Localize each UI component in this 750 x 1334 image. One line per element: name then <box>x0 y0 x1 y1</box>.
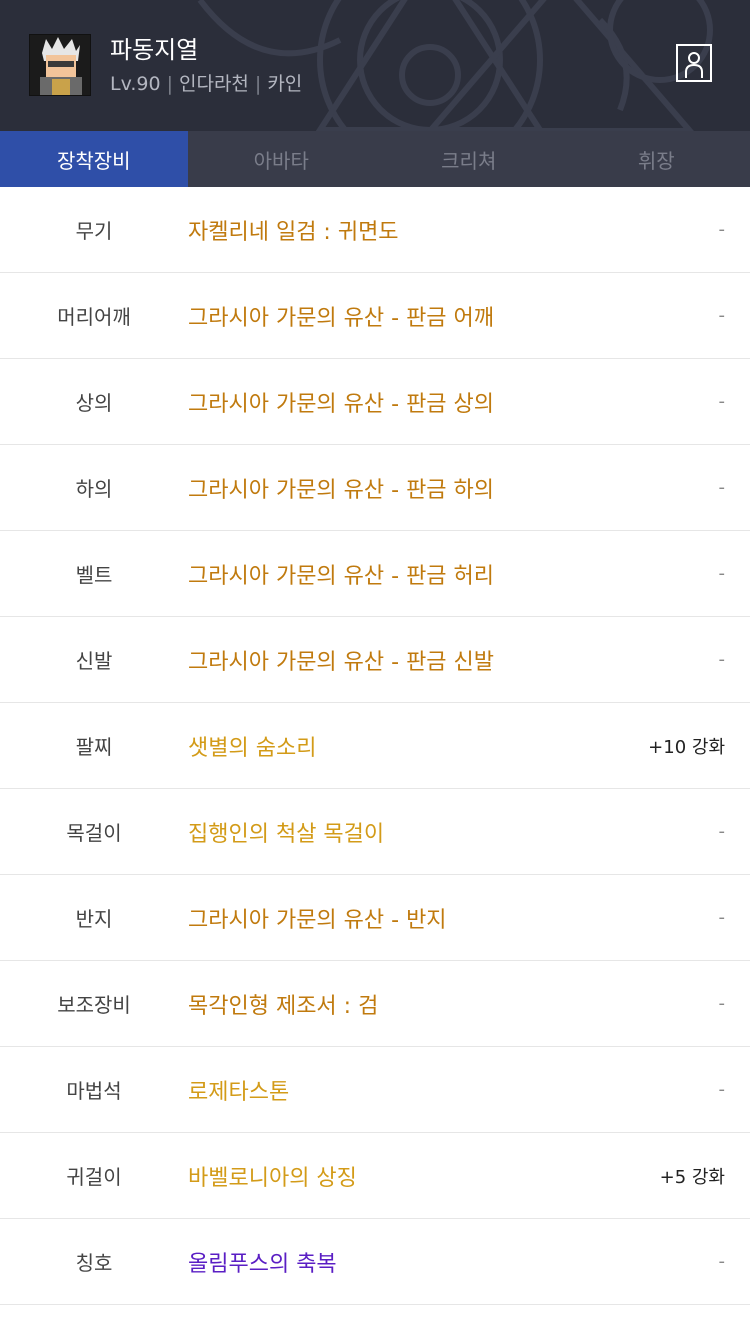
equipment-row: 목걸이 집행인의 척살 목걸이 - <box>0 789 750 875</box>
character-server: 인다라천 <box>178 73 249 95</box>
equipment-row: 벨트 그라시아 가문의 유산 - 판금 허리 - <box>0 531 750 617</box>
tab-creature[interactable]: 크리쳐 <box>375 131 563 187</box>
equipment-item-name[interactable]: 올림푸스의 축복 <box>188 1219 337 1304</box>
equipment-enhance-level: - <box>718 649 726 670</box>
equipment-enhance-level: +5 강화 <box>659 1166 725 1188</box>
equipment-item-name[interactable]: 그라시아 가문의 유산 - 판금 하의 <box>188 445 494 530</box>
equipment-item-name[interactable]: 그라시아 가문의 유산 - 판금 상의 <box>188 359 494 444</box>
equipment-row: 무기 자켈리네 일검 : 귀면도 - <box>0 187 750 273</box>
equipment-row: 하의 그라시아 가문의 유산 - 판금 하의 - <box>0 445 750 531</box>
equipment-enhance-level: - <box>718 305 726 326</box>
equipment-enhance-level: - <box>718 391 726 412</box>
equipment-item-name[interactable]: 그라시아 가문의 유산 - 판금 어깨 <box>188 273 494 358</box>
equipment-item-name[interactable]: 바벨로니아의 상징 <box>188 1133 357 1218</box>
equipment-enhance-level: - <box>718 907 726 928</box>
equipment-slot-label: 신발 <box>75 649 113 673</box>
equipment-slot-label: 반지 <box>75 907 113 931</box>
equipment-item-name[interactable]: 목각인형 제조서 : 검 <box>188 961 378 1046</box>
character-info: Lv.90 | 인다라천 | 카인 <box>110 70 302 98</box>
character-avatar <box>29 34 91 96</box>
equipment-enhance-level: - <box>718 563 726 584</box>
equipment-slot-label: 마법석 <box>66 1079 122 1103</box>
equipment-item-name[interactable]: 그라시아 가문의 유산 - 반지 <box>188 875 447 960</box>
equipment-slot-label: 칭호 <box>75 1251 113 1275</box>
equipment-slot-label: 목걸이 <box>66 821 122 845</box>
character-level: Lv.90 <box>110 73 161 95</box>
profile-button[interactable] <box>676 44 712 82</box>
tab-bar: 장착장비 아바타 크리쳐 휘장 <box>0 131 750 187</box>
equipment-row: 마법석 로제타스톤 - <box>0 1047 750 1133</box>
equipment-slot-label: 상의 <box>75 391 113 415</box>
equipment-enhance-level: - <box>718 1079 726 1100</box>
equipment-item-name[interactable]: 그라시아 가문의 유산 - 판금 신발 <box>188 617 494 702</box>
equipment-enhance-level: - <box>718 993 726 1014</box>
equipment-row: 반지 그라시아 가문의 유산 - 반지 - <box>0 875 750 961</box>
equipment-enhance-level: - <box>718 1251 726 1272</box>
equipment-slot-label: 보조장비 <box>57 993 131 1017</box>
equipment-slot-label: 하의 <box>75 477 113 501</box>
equipment-slot-label: 벨트 <box>75 563 113 587</box>
equipment-item-name[interactable]: 로제타스톤 <box>188 1047 289 1132</box>
equipment-item-name[interactable]: 집행인의 척살 목걸이 <box>188 789 384 874</box>
equipment-row: 칭호 올림푸스의 축복 - <box>0 1219 750 1305</box>
tab-avatar[interactable]: 아바타 <box>188 131 376 187</box>
equipment-slot-label: 머리어깨 <box>57 305 131 329</box>
equipment-enhance-level: - <box>718 477 726 498</box>
character-name: 파동지열 <box>110 36 199 64</box>
equipment-item-name[interactable]: 샛별의 숨소리 <box>188 703 316 788</box>
equipment-enhance-level: +10 강화 <box>648 736 725 758</box>
equipment-row: 귀걸이 바벨로니아의 상징 +5 강화 <box>0 1133 750 1219</box>
divider: | <box>166 73 173 95</box>
tab-emblem[interactable]: 휘장 <box>563 131 750 187</box>
divider: | <box>254 73 262 95</box>
equipment-item-name[interactable]: 그라시아 가문의 유산 - 판금 허리 <box>188 531 494 616</box>
equipment-slot-label: 무기 <box>75 219 113 243</box>
equipment-row: 상의 그라시아 가문의 유산 - 판금 상의 - <box>0 359 750 445</box>
equipment-row: 팔찌 샛별의 숨소리 +10 강화 <box>0 703 750 789</box>
equipment-enhance-level: - <box>718 219 726 240</box>
equipment-list: 무기 자켈리네 일검 : 귀면도 - 머리어깨 그라시아 가문의 유산 - 판금 어깨 -… <box>0 187 750 1305</box>
equipment-row: 머리어깨 그라시아 가문의 유산 - 판금 어깨 - <box>0 273 750 359</box>
equipment-row: 보조장비 목각인형 제조서 : 검 - <box>0 961 750 1047</box>
character-guild: 카인 <box>267 73 303 95</box>
equipment-row: 신발 그라시아 가문의 유산 - 판금 신발 - <box>0 617 750 703</box>
person-icon <box>685 52 703 78</box>
character-header: 파동지열 Lv.90 | 인다라천 | 카인 <box>0 0 750 131</box>
tab-equipment[interactable]: 장착장비 <box>0 131 188 187</box>
equipment-enhance-level: - <box>718 821 726 842</box>
equipment-slot-label: 귀걸이 <box>66 1165 122 1189</box>
equipment-slot-label: 팔찌 <box>75 735 113 759</box>
equipment-item-name[interactable]: 자켈리네 일검 : 귀면도 <box>188 187 399 272</box>
